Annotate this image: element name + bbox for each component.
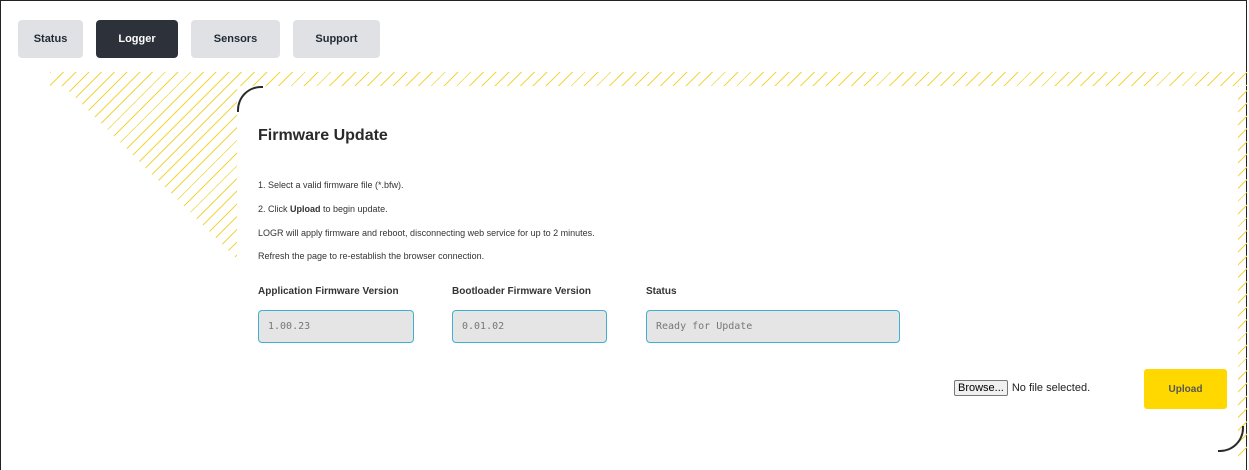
bootloader-firmware-version-label: Bootloader Firmware Version xyxy=(452,286,591,297)
app-firmware-version-label: Application Firmware Version xyxy=(258,286,399,297)
instruction-step-2-suffix: to begin update. xyxy=(320,204,388,214)
instruction-step-2: 2. Click Upload to begin update. xyxy=(258,204,388,214)
status-field: Ready for Update xyxy=(646,310,900,343)
top-tab-bar: Status Logger Sensors Support xyxy=(18,20,380,58)
instruction-step-1: 1. Select a valid firmware file (*.bfw). xyxy=(258,180,404,190)
tab-support[interactable]: Support xyxy=(293,20,380,58)
tab-sensors[interactable]: Sensors xyxy=(191,20,280,58)
instruction-step-2-prefix: 2. Click xyxy=(258,204,291,214)
bootloader-firmware-version-field: 0.01.02 xyxy=(452,310,607,343)
instruction-step-2-upload: Upload xyxy=(290,204,321,214)
app-firmware-version-field: 1.00.23 xyxy=(258,310,414,343)
file-picker: Browse... No file selected. xyxy=(954,380,1090,396)
status-label: Status xyxy=(646,286,677,297)
page-title: Firmware Update xyxy=(258,127,388,144)
decorative-hatch-right xyxy=(1238,86,1247,458)
browse-button[interactable]: Browse... xyxy=(954,380,1008,396)
file-selection-status: No file selected. xyxy=(1011,382,1091,394)
tab-status[interactable]: Status xyxy=(18,20,83,58)
instruction-reboot-note: LOGR will apply firmware and reboot, dis… xyxy=(258,228,595,238)
tab-logger[interactable]: Logger xyxy=(96,20,178,58)
upload-button[interactable]: Upload xyxy=(1144,369,1227,409)
instruction-refresh-note: Refresh the page to re-establish the bro… xyxy=(258,251,485,261)
